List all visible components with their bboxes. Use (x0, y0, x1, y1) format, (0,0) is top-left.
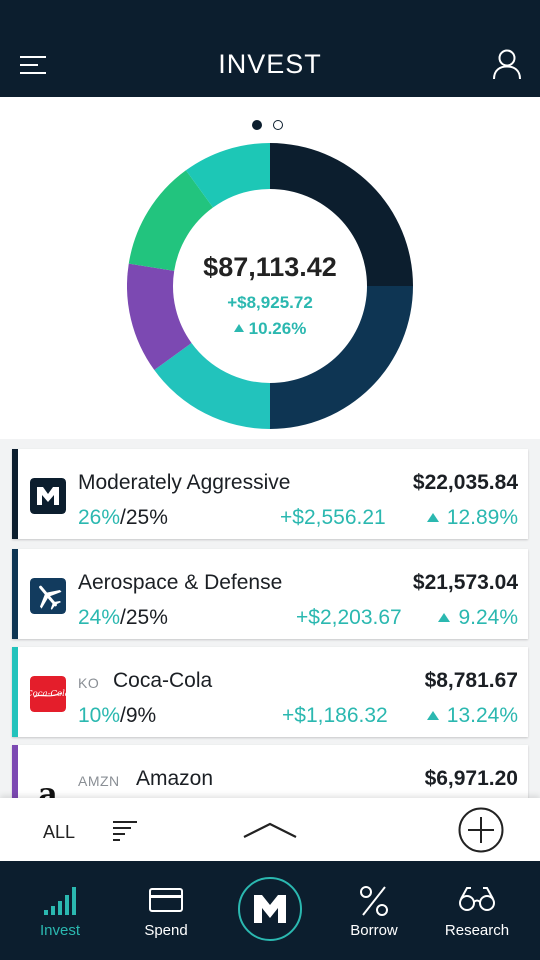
portfolio-gain-percent: 10.26% (170, 319, 370, 339)
percent-icon (360, 886, 388, 916)
portfolio-gain-percent-value: 10.26% (248, 319, 307, 338)
portfolio-gain: +$8,925.72 (227, 293, 313, 312)
page-indicator (252, 117, 294, 135)
m1-portfolio-icon (30, 478, 66, 514)
holding-current-allocation: 10% (78, 704, 121, 727)
holding-card-moderately-aggressive[interactable]: Moderately Aggressive $22,035.84 26%/25%… (12, 449, 528, 539)
glasses-icon (459, 887, 495, 911)
holding-change: +$1,186.32 (282, 704, 388, 727)
tab-label: Spend (144, 922, 188, 939)
airplane-icon (30, 578, 66, 614)
holding-card-aerospace-defense[interactable]: Aerospace & Defense $21,573.04 24%/25% +… (12, 549, 528, 639)
holding-allocation: 10%/9% (78, 704, 156, 728)
holding-change: +$2,203.67 (296, 606, 402, 629)
tab-research[interactable]: Research (427, 861, 527, 960)
holding-ticker: KO (78, 675, 100, 691)
chevron-up-icon[interactable] (242, 820, 298, 840)
tab-spend[interactable]: Spend (116, 861, 216, 960)
page-dot-active[interactable] (252, 120, 262, 130)
portfolio-total-value: $87,113.42 (203, 252, 337, 282)
top-bar: INVEST (0, 0, 540, 97)
holding-allocation: 26%/25% (78, 506, 168, 530)
coca-cola-logo: Coca-Cola (30, 676, 66, 712)
holding-change-percent: 12.89% (426, 506, 518, 530)
holding-ticker: AMZN (78, 773, 120, 789)
holding-change-percent-value: 9.24% (458, 606, 518, 629)
holding-target-allocation: /9% (120, 704, 157, 727)
tab-invest[interactable]: Invest (10, 861, 110, 960)
page-title: INVEST (218, 49, 322, 79)
holding-target-allocation: /25% (120, 606, 168, 629)
portfolio-summary: $87,113.42 +$8,925.72 10.26% (0, 97, 540, 439)
holding-name: Moderately Aggressive (78, 471, 291, 494)
user-icon[interactable] (492, 48, 522, 80)
holding-value: $21,573.04 (412, 571, 518, 594)
m1-logo-icon (254, 895, 286, 923)
holding-card-coca-cola[interactable]: Coca-Cola KO Coca-Cola $8,781.67 10%/9% … (12, 647, 528, 737)
tab-label: Research (444, 922, 510, 939)
svg-text:Coca-Cola: Coca-Cola (30, 689, 66, 699)
holding-name: Aerospace & Defense (78, 571, 283, 594)
page-dot[interactable] (273, 120, 283, 130)
m1-home-button[interactable] (238, 877, 302, 941)
list-toolbar: ALL (0, 798, 540, 861)
up-triangle-icon (426, 711, 439, 720)
bottom-tab-bar: Invest Spend Borrow Research (0, 861, 540, 960)
filter-all-button[interactable]: ALL (43, 822, 75, 843)
holding-name: Amazon (136, 767, 214, 790)
up-triangle-icon (438, 613, 451, 622)
credit-card-icon (149, 888, 183, 912)
up-triangle-icon (426, 513, 439, 522)
portfolio-center-info: $87,113.42 +$8,925.72 10.26% (170, 252, 370, 339)
holding-value: $8,781.67 (424, 669, 518, 692)
up-triangle-icon (233, 324, 244, 332)
bar-chart-icon (44, 887, 76, 915)
holding-target-allocation: /25% (120, 506, 168, 529)
tab-label: Invest (39, 922, 81, 939)
holding-value: $22,035.84 (412, 471, 518, 494)
holding-change-percent-value: 13.24% (446, 704, 518, 727)
holding-change-percent-value: 12.89% (446, 506, 518, 529)
tab-label: Borrow (350, 922, 398, 939)
holding-change: +$2,556.21 (280, 506, 386, 529)
holding-name: Coca-Cola (113, 669, 213, 692)
add-circle-icon[interactable] (458, 807, 504, 853)
holding-allocation: 24%/25% (78, 606, 168, 630)
holding-change-percent: 13.24% (426, 704, 518, 728)
holding-value: $6,971.20 (424, 767, 518, 790)
holding-current-allocation: 26% (78, 506, 121, 529)
sort-icon[interactable] (113, 820, 139, 842)
tab-borrow[interactable]: Borrow (324, 861, 424, 960)
holding-current-allocation: 24% (78, 606, 121, 629)
holding-change-percent: 9.24% (438, 606, 518, 630)
